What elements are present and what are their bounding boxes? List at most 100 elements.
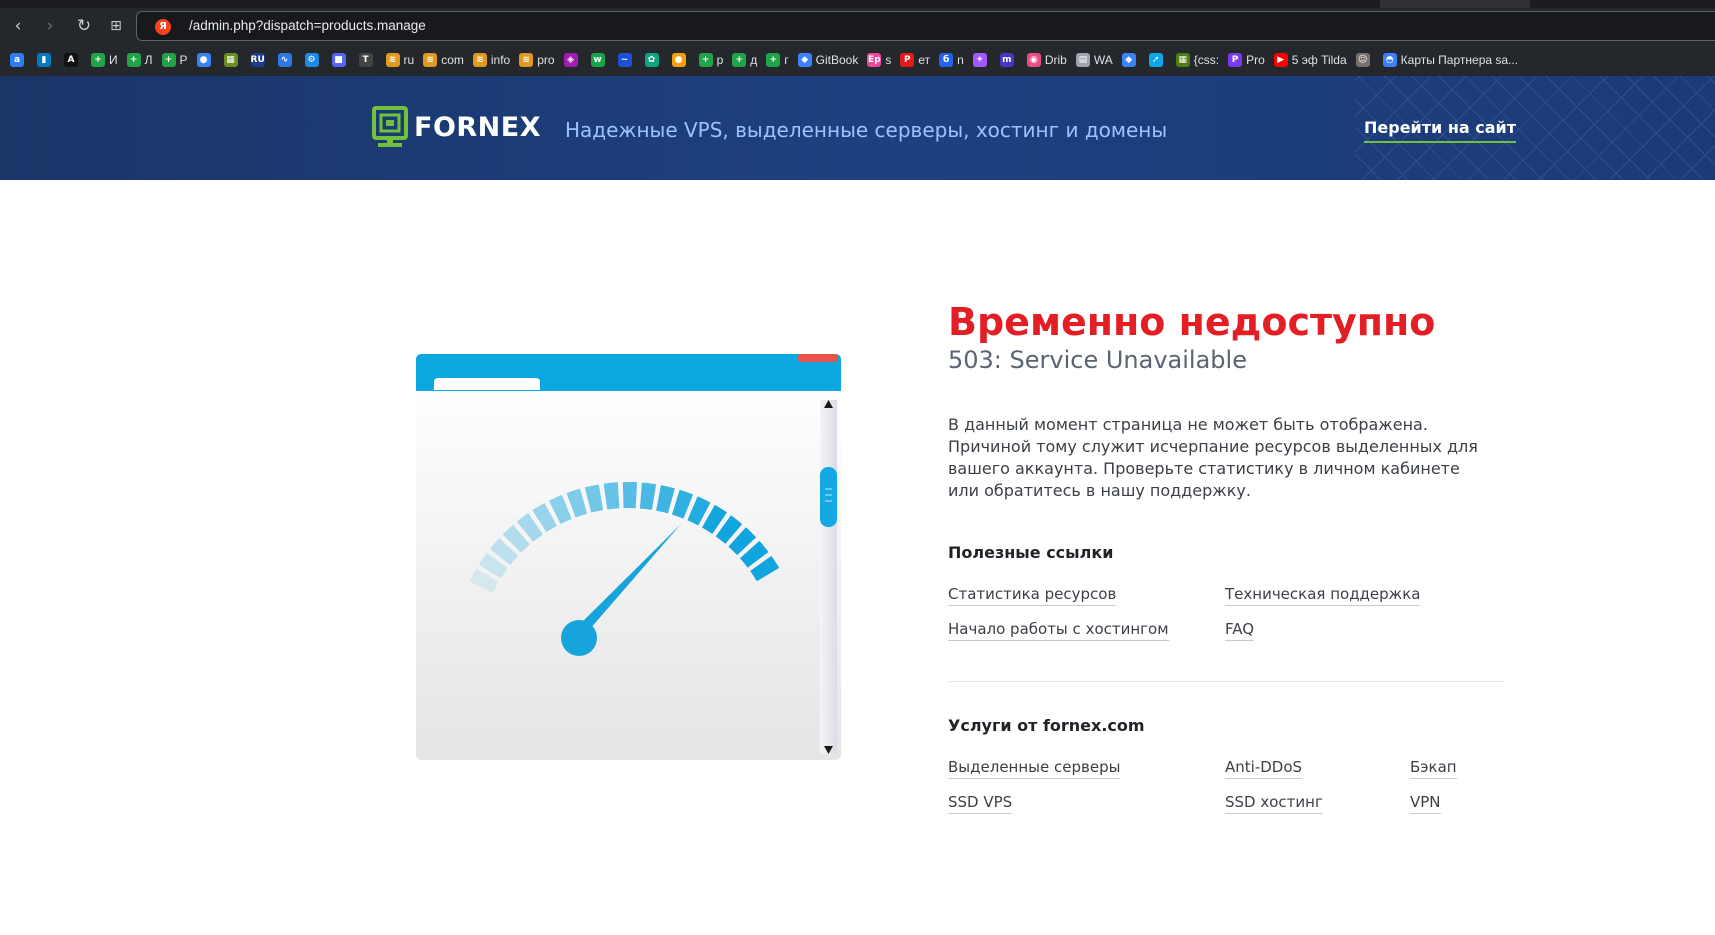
bookmark-item[interactable]: T xyxy=(358,53,377,67)
bookmark-item[interactable]: ● xyxy=(196,53,215,67)
m-icon: m xyxy=(999,53,1014,67)
bookmark-item[interactable]: ◈ xyxy=(563,53,582,67)
close-icon xyxy=(798,354,838,362)
error-content: Временно недоступно 503: Service Unavail… xyxy=(948,300,1504,502)
shape-icon: ◈ xyxy=(563,53,578,67)
bookmark-item[interactable]: ▦ {css: xyxy=(1175,53,1220,67)
bookmark-item[interactable]: бn xyxy=(939,53,964,67)
scrollbar-track xyxy=(820,400,837,754)
dribbble-icon: ◉ xyxy=(1026,53,1041,67)
bookmark-item[interactable]: ≋ pro xyxy=(519,53,555,67)
back-icon[interactable]: ‹ xyxy=(8,16,28,36)
browser-toolbar: ‹ › ↻ ⊞ Я /admin.php?dispatch=products.m… xyxy=(0,8,1715,44)
fornex-logo[interactable]: FORNEX xyxy=(372,106,541,148)
ru-icon: RU xyxy=(250,53,265,67)
gitbook-icon: ◆ xyxy=(797,53,812,67)
rzd-icon: Р xyxy=(900,53,915,67)
bookmark-item[interactable]: ◉ Drib xyxy=(1026,53,1067,67)
forward-icon[interactable]: › xyxy=(40,16,60,36)
window-tab xyxy=(434,378,540,390)
figma-icon: ✦ xyxy=(972,53,987,67)
bookmark-item[interactable]: ≋ ru xyxy=(385,53,414,67)
stack-icon: ≋ xyxy=(423,53,438,67)
link-resource-stats[interactable]: Статистика ресурсов xyxy=(948,585,1117,606)
bookmark-label: д xyxy=(750,53,758,67)
browser-tab-strip xyxy=(0,0,1715,8)
speedometer-illustration xyxy=(416,354,841,760)
bookmark-item[interactable]: ➚ xyxy=(1148,53,1167,67)
bookmark-label: {css: xyxy=(1193,53,1220,67)
youtube-icon: ▶ xyxy=(1273,53,1288,67)
url-text[interactable]: /admin.php?dispatch=products.manage xyxy=(189,18,426,33)
link-ssd-vps[interactable]: SSD VPS xyxy=(948,793,1013,814)
link-vpn[interactable]: VPN xyxy=(1410,793,1441,814)
bookmark-label: р xyxy=(716,53,724,67)
sheet-icon: ▦ xyxy=(223,53,238,67)
pin-icon: ● xyxy=(196,53,211,67)
bookmark-label: pro xyxy=(537,53,555,67)
bookmark-label: И xyxy=(109,53,118,67)
bookmark-item[interactable]: ▶ 5 эф Tilda xyxy=(1273,53,1347,67)
bookmark-label: Pro xyxy=(1246,53,1265,67)
active-tab[interactable] xyxy=(1380,0,1530,8)
bookmark-item[interactable]: + Л xyxy=(126,53,153,67)
link-backup[interactable]: Бэкап xyxy=(1410,758,1457,779)
bookmark-item[interactable]: a xyxy=(10,53,28,67)
bookmark-item[interactable]: ◓ Карты Партнера sa... xyxy=(1382,53,1518,67)
bookmark-item[interactable]: ~ xyxy=(617,53,636,67)
bookmark-item[interactable]: ▦ xyxy=(223,53,242,67)
chrome-icon: ● xyxy=(671,53,686,67)
bookmark-item[interactable]: ◆ xyxy=(1121,53,1140,67)
goto-site-link[interactable]: Перейти на сайт xyxy=(1364,118,1516,143)
bookmark-item[interactable]: ≋ info xyxy=(472,53,510,67)
drop-icon: ◆ xyxy=(1121,53,1136,67)
yandex-icon: Я xyxy=(155,19,171,35)
gear-icon: ⚙ xyxy=(304,53,319,67)
link-ssd-hosting[interactable]: SSD хостинг xyxy=(1225,793,1323,814)
bookmark-label: Р xyxy=(179,53,188,67)
bookmark-item[interactable]: ● xyxy=(671,53,690,67)
bookmark-item[interactable]: ▤ WA xyxy=(1075,53,1113,67)
bookmark-label: 5 эф Tilda xyxy=(1291,53,1347,67)
link-tech-support[interactable]: Техническая поддержка xyxy=(1225,585,1421,606)
bookmark-item[interactable]: ☺ xyxy=(1355,53,1374,67)
plus-green-icon: + xyxy=(161,53,176,67)
p-icon: P xyxy=(1228,53,1243,67)
bookmark-item[interactable]: + д xyxy=(732,53,757,67)
bookmark-item[interactable]: ∿ xyxy=(277,53,296,67)
link-anti-ddos[interactable]: Anti-DDoS xyxy=(1225,758,1303,779)
gauge-segment xyxy=(622,482,638,509)
bookmark-label: GitBook xyxy=(815,53,859,67)
bookmark-label: ет xyxy=(918,53,931,67)
openai-icon: ✿ xyxy=(644,53,659,67)
trello-icon: ▮ xyxy=(37,53,51,67)
bookmark-item[interactable]: RU xyxy=(250,53,269,67)
reload-icon[interactable]: ↻ xyxy=(74,16,94,36)
tabs-grid-icon[interactable]: ⊞ xyxy=(106,16,126,36)
link-hosting-start[interactable]: Начало работы с хостингом xyxy=(948,620,1169,641)
link-faq[interactable]: FAQ xyxy=(1225,620,1255,641)
bookmark-item[interactable]: + г xyxy=(766,53,789,67)
bookmark-item[interactable]: A xyxy=(64,53,82,67)
site-header: FORNEX Надежные VPS, выделенные серверы,… xyxy=(0,76,1715,180)
bookmark-item[interactable]: ✿ xyxy=(644,53,663,67)
bookmark-item[interactable]: ≋ com xyxy=(423,53,464,67)
plus-green-icon: + xyxy=(766,53,781,67)
bookmark-item[interactable]: ■ xyxy=(331,53,350,67)
bookmark-item[interactable]: Ep s xyxy=(867,53,891,67)
w2-icon: w xyxy=(590,53,605,67)
bookmark-item[interactable]: + Р xyxy=(161,53,188,67)
bookmark-item[interactable]: m xyxy=(999,53,1018,67)
bookmark-item[interactable]: + р xyxy=(698,53,724,67)
bookmark-item[interactable]: ✦ xyxy=(972,53,991,67)
bookmark-item[interactable]: + И xyxy=(91,53,118,67)
bookmark-item[interactable]: ⚙ xyxy=(304,53,323,67)
bookmark-item[interactable]: Рет xyxy=(900,53,930,67)
link-dedicated-servers[interactable]: Выделенные серверы xyxy=(948,758,1121,779)
bookmark-item[interactable]: ▮ xyxy=(37,53,55,67)
arrow-icon: ➚ xyxy=(1148,53,1163,67)
bookmark-item[interactable]: P Pro xyxy=(1228,53,1265,67)
address-bar[interactable]: Я /admin.php?dispatch=products.manage xyxy=(136,11,1715,41)
bookmark-item[interactable]: w xyxy=(590,53,609,67)
bookmark-item[interactable]: ◆ GitBook xyxy=(797,53,859,67)
